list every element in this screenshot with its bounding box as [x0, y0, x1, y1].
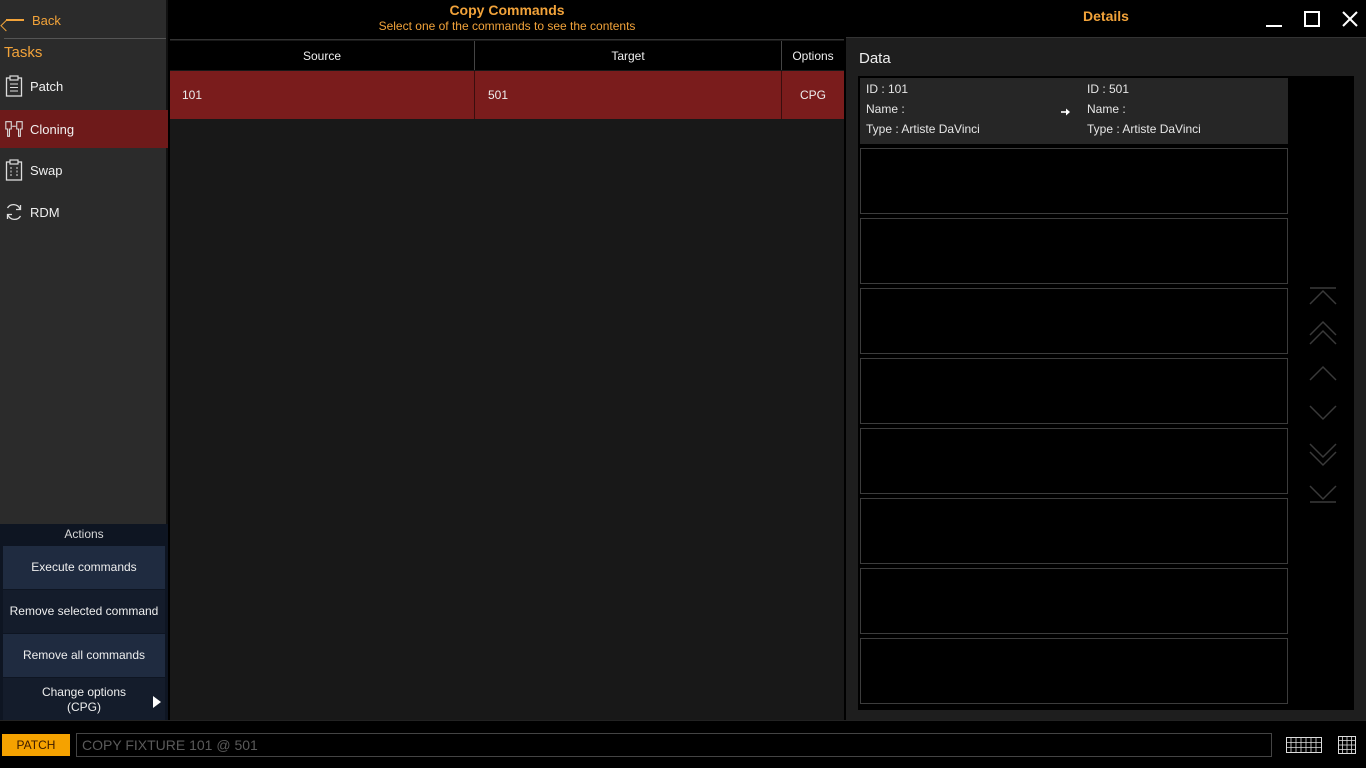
sidebar-item-label: RDM [30, 204, 60, 220]
remove-selected-command-button[interactable]: Remove selected command [3, 590, 165, 633]
sidebar-item-label: Swap [30, 162, 63, 178]
copy-commands-panel: Copy Commands Select one of the commands… [170, 0, 844, 720]
empty-slot [860, 638, 1288, 704]
source-id: ID : 101 [866, 82, 909, 96]
empty-slot [860, 288, 1288, 354]
change-options-value: (CPG) [67, 699, 101, 714]
mode-button[interactable]: PATCH [2, 734, 70, 756]
cell-options: CPG [799, 88, 826, 102]
target-id: ID : 501 [1087, 82, 1130, 96]
empty-slot [860, 358, 1288, 424]
back-arrow-icon [4, 15, 26, 25]
details-panel: Details Data ID : 101 Name : Type : Arti… [846, 0, 1366, 720]
detail-item[interactable]: ID : 101 Name : Type : Artiste DaVinci I… [860, 78, 1288, 144]
change-options-button[interactable]: Change options (CPG) [3, 678, 165, 721]
remove-all-label: Remove all commands [22, 648, 146, 662]
empty-slot [860, 148, 1288, 214]
minimize-icon[interactable] [1263, 8, 1285, 30]
remove-all-commands-button[interactable]: Remove all commands [3, 634, 165, 677]
table-header: Source Target Options [170, 41, 844, 70]
panel-subtitle: Select one of the commands to see the co… [378, 19, 636, 33]
actions-heading: Actions [64, 527, 104, 541]
details-title: Details [1083, 8, 1129, 24]
submenu-arrow-icon [153, 696, 161, 708]
panel-title: Copy Commands [449, 2, 565, 18]
keyboard-icon[interactable] [1286, 735, 1322, 755]
table-row[interactable]: 101 501 CPG [170, 71, 844, 119]
execute-commands-label: Execute commands [31, 560, 137, 574]
divider [4, 38, 166, 39]
page-up-icon[interactable] [1308, 320, 1338, 350]
remove-selected-label: Remove selected command [9, 604, 159, 618]
actions-panel: Actions Execute commands Remove selected… [0, 524, 168, 721]
close-icon[interactable] [1339, 8, 1361, 30]
sidebar-item-label: Patch [30, 78, 64, 94]
column-header-source[interactable]: Source [170, 41, 475, 70]
cell-source: 101 [170, 71, 475, 119]
sidebar-item-cloning[interactable]: Cloning [0, 110, 168, 148]
back-button[interactable]: Back [0, 8, 168, 32]
swap-icon [4, 158, 24, 182]
clone-icon [4, 117, 24, 141]
sidebar-item-label: Cloning [30, 121, 75, 137]
scroll-down-icon[interactable] [1308, 398, 1338, 428]
column-header-target[interactable]: Target [475, 41, 782, 70]
empty-slot [860, 568, 1288, 634]
page-down-icon[interactable] [1308, 438, 1338, 468]
command-line-bar: PATCH [0, 720, 1366, 768]
sidebar-item-rdm[interactable]: RDM [0, 193, 168, 231]
target-type: Type : Artiste DaVinci [1087, 122, 1201, 136]
tasks-heading: Tasks [4, 44, 43, 61]
sidebar-item-patch[interactable]: Patch [0, 67, 168, 105]
empty-slot [860, 428, 1288, 494]
refresh-icon [4, 200, 24, 224]
empty-slot [860, 498, 1288, 564]
clipboard-icon [4, 74, 24, 98]
copy-commands-header: Copy Commands Select one of the commands… [170, 0, 844, 40]
scroll-up-icon[interactable] [1308, 360, 1338, 390]
target-name: Name : [1087, 102, 1126, 116]
source-type: Type : Artiste DaVinci [866, 122, 980, 136]
cell-target: 501 [475, 71, 782, 119]
maximize-icon[interactable] [1301, 8, 1323, 30]
execute-commands-button[interactable]: Execute commands [3, 546, 165, 589]
column-header-options[interactable]: Options [782, 41, 844, 70]
scroll-to-bottom-icon[interactable] [1308, 478, 1338, 508]
data-list: ID : 101 Name : Type : Artiste DaVinci I… [858, 76, 1354, 710]
back-label: Back [32, 12, 61, 28]
scroll-to-top-icon[interactable] [1308, 282, 1338, 312]
command-input[interactable] [76, 733, 1272, 757]
data-heading: Data [859, 50, 891, 67]
change-options-label: Change options [41, 684, 127, 699]
source-name: Name : [866, 102, 905, 116]
empty-slot [860, 218, 1288, 284]
details-header: Details [846, 0, 1366, 38]
arrow-right-icon [1060, 106, 1072, 120]
numpad-icon[interactable] [1337, 735, 1357, 755]
sidebar-item-swap[interactable]: Swap [0, 151, 168, 189]
sidebar: Back Tasks Patch Cloning Swap RDM Action… [0, 0, 168, 721]
